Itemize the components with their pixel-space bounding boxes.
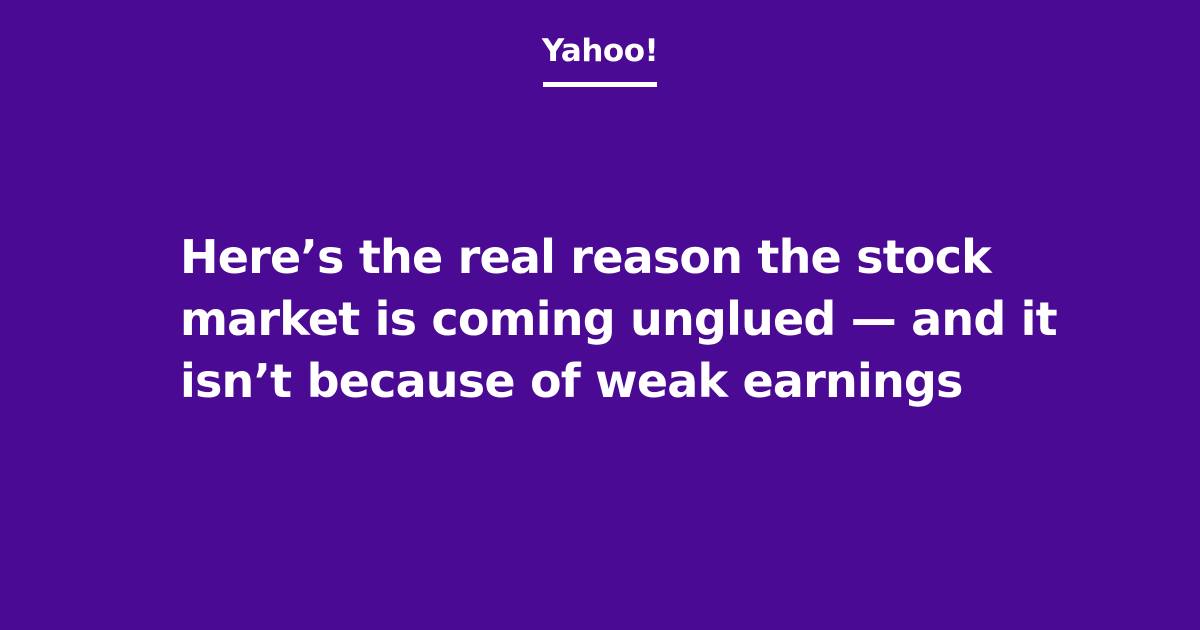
logo-underline [543, 82, 657, 87]
article-headline: Here’s the real reason the stock market … [180, 230, 1058, 408]
brand-header: Yahoo! [0, 30, 1200, 87]
yahoo-logo[interactable]: Yahoo! [542, 30, 659, 72]
share-card: Yahoo! Here’s the real reason the stock … [0, 0, 1200, 630]
